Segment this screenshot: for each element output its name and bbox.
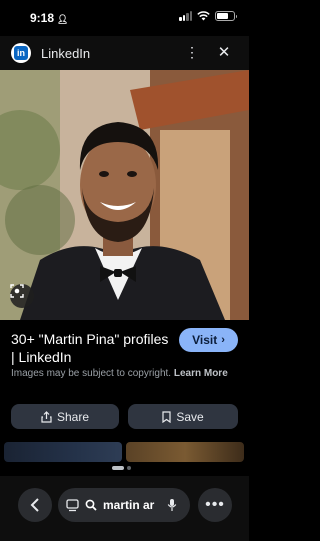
visit-button[interactable]: Visit › xyxy=(179,328,238,352)
source-header: in LinkedIn ⋮ ✕ xyxy=(0,36,249,70)
tabs-icon[interactable] xyxy=(66,498,79,512)
share-icon xyxy=(41,410,52,423)
linkedin-logo-icon: in xyxy=(11,43,31,63)
bottom-toolbar: martin ar ••• xyxy=(0,476,249,541)
copyright-notice: Images may be subject to copyright. Lear… xyxy=(11,368,228,379)
share-button[interactable]: Share xyxy=(11,404,119,429)
save-label: Save xyxy=(176,409,204,424)
bookmark-icon xyxy=(162,410,171,423)
wifi-icon xyxy=(197,11,210,21)
close-icon[interactable]: ✕ xyxy=(214,43,234,61)
related-images xyxy=(0,442,249,462)
search-icon xyxy=(85,499,97,511)
related-image[interactable] xyxy=(126,442,244,462)
save-button[interactable]: Save xyxy=(128,404,238,429)
visit-label: Visit xyxy=(192,333,218,347)
portrait-image xyxy=(0,70,249,320)
search-bar[interactable]: martin ar xyxy=(58,488,190,522)
chevron-right-icon: › xyxy=(221,334,225,346)
search-query[interactable]: martin ar xyxy=(103,498,161,512)
signal-icon xyxy=(179,11,192,21)
back-chevron-icon xyxy=(30,498,39,512)
more-vert-icon[interactable]: ⋮ xyxy=(184,44,200,61)
mic-icon[interactable] xyxy=(167,498,177,512)
lens-icon[interactable] xyxy=(10,284,34,308)
result-image[interactable] xyxy=(0,70,249,320)
back-button[interactable] xyxy=(18,488,52,522)
status-time: 9:18 👤︎ xyxy=(30,11,69,25)
share-label: Share xyxy=(56,409,90,424)
related-image[interactable] xyxy=(4,442,122,462)
status-bar: 9:18 👤︎ xyxy=(0,0,249,36)
battery-icon xyxy=(215,11,237,21)
person-icon: 👤︎ xyxy=(57,14,69,24)
drag-handle[interactable] xyxy=(112,466,131,470)
site-name[interactable]: LinkedIn xyxy=(41,46,90,61)
more-horiz-icon[interactable]: ••• xyxy=(198,488,232,522)
result-title[interactable]: 30+ "Martin Pina" profiles | LinkedIn xyxy=(11,330,171,366)
learn-more-link[interactable]: Learn More xyxy=(174,368,228,379)
